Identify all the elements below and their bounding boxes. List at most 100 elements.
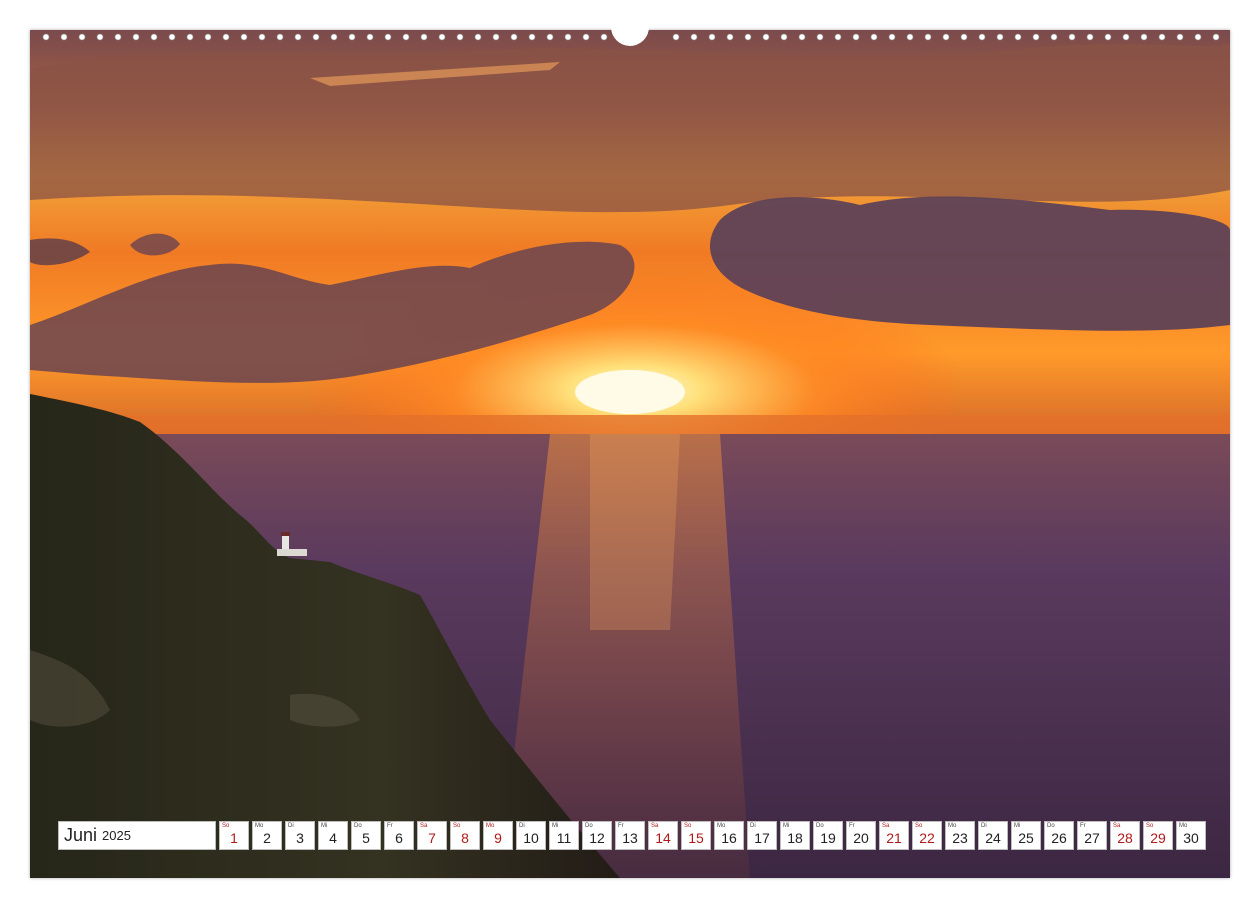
day-number: 6 bbox=[395, 830, 403, 846]
binding-hole bbox=[780, 33, 788, 41]
day-number: 12 bbox=[589, 830, 605, 846]
day-abbr: So bbox=[1146, 823, 1154, 829]
day-cell: Mi 25 bbox=[1011, 821, 1041, 850]
day-number: 30 bbox=[1183, 830, 1199, 846]
binding-hole bbox=[690, 33, 698, 41]
day-cell: Mo 30 bbox=[1176, 821, 1206, 850]
binding-hole bbox=[1158, 33, 1166, 41]
day-abbr: Sa bbox=[420, 823, 428, 829]
day-abbr: So bbox=[222, 823, 230, 829]
day-cell: Mo 16 bbox=[714, 821, 744, 850]
binding-hole bbox=[1086, 33, 1094, 41]
binding-hole bbox=[1104, 33, 1112, 41]
binding-hole bbox=[132, 33, 140, 41]
day-number: 13 bbox=[622, 830, 638, 846]
day-abbr: Fr bbox=[1080, 823, 1086, 829]
binding-hole bbox=[888, 33, 896, 41]
day-number: 27 bbox=[1084, 830, 1100, 846]
binding-hole bbox=[582, 33, 590, 41]
day-abbr: Mo bbox=[255, 823, 264, 829]
binding-hole bbox=[186, 33, 194, 41]
binding-hole bbox=[978, 33, 986, 41]
binding-hole bbox=[78, 33, 86, 41]
month-name: Juni bbox=[64, 825, 98, 845]
binding-hole bbox=[1212, 33, 1220, 41]
day-cell: Do 5 bbox=[351, 821, 381, 850]
day-abbr: So bbox=[915, 823, 923, 829]
binding-hole bbox=[204, 33, 212, 41]
binding-hole bbox=[420, 33, 428, 41]
binding-hole bbox=[1140, 33, 1148, 41]
day-number: 15 bbox=[688, 830, 704, 846]
day-number: 11 bbox=[556, 830, 572, 846]
day-abbr: Di bbox=[288, 823, 294, 829]
binding-hole bbox=[816, 33, 824, 41]
day-cell: Di 3 bbox=[285, 821, 315, 850]
binding-hole bbox=[924, 33, 932, 41]
day-cell: Fr 27 bbox=[1077, 821, 1107, 850]
binding-hole bbox=[492, 33, 500, 41]
calendar-strip: Juni 2025 So 1 Mo 2 Di 3 Mi 4 Do 5 Fr 6 Sa 7 So 8 Mo 9 Di 1… bbox=[58, 821, 1206, 850]
day-cell: Sa 21 bbox=[879, 821, 909, 850]
binding-hole bbox=[330, 33, 338, 41]
day-number: 3 bbox=[296, 830, 304, 846]
binding-hole bbox=[96, 33, 104, 41]
day-cell: So 29 bbox=[1143, 821, 1173, 850]
day-number: 28 bbox=[1117, 830, 1133, 846]
day-abbr: Do bbox=[1047, 823, 1055, 829]
day-abbr: Sa bbox=[651, 823, 659, 829]
day-cell: Fr 20 bbox=[846, 821, 876, 850]
binding-hole bbox=[348, 33, 356, 41]
day-number: 1 bbox=[230, 830, 238, 846]
binding-hole bbox=[294, 33, 302, 41]
binding-hole bbox=[258, 33, 266, 41]
day-abbr: Fr bbox=[849, 823, 855, 829]
binding-hole bbox=[1050, 33, 1058, 41]
day-number: 5 bbox=[362, 830, 370, 846]
day-number: 9 bbox=[494, 830, 502, 846]
day-abbr: Mo bbox=[1179, 823, 1188, 829]
day-number: 20 bbox=[853, 830, 869, 846]
binding-hole bbox=[312, 33, 320, 41]
binding-hole bbox=[834, 33, 842, 41]
day-cell: Fr 6 bbox=[384, 821, 414, 850]
day-number: 19 bbox=[820, 830, 836, 846]
calendar-page: Juni 2025 So 1 Mo 2 Di 3 Mi 4 Do 5 Fr 6 Sa 7 So 8 Mo 9 Di 1… bbox=[0, 0, 1260, 908]
day-number: 4 bbox=[329, 830, 337, 846]
binding-hole bbox=[366, 33, 374, 41]
day-number: 24 bbox=[985, 830, 1001, 846]
day-number: 8 bbox=[461, 830, 469, 846]
binding-hole bbox=[546, 33, 554, 41]
binding-hole bbox=[600, 33, 608, 41]
day-abbr: Fr bbox=[618, 823, 624, 829]
binding-hole bbox=[528, 33, 536, 41]
horizon-band bbox=[30, 415, 1230, 435]
day-cell: Mo 23 bbox=[945, 821, 975, 850]
binding-hole bbox=[222, 33, 230, 41]
binding-hole bbox=[150, 33, 158, 41]
day-abbr: So bbox=[684, 823, 692, 829]
day-number: 16 bbox=[721, 830, 737, 846]
day-abbr: Do bbox=[816, 823, 824, 829]
binding-hole bbox=[1122, 33, 1130, 41]
day-abbr: Di bbox=[981, 823, 987, 829]
day-number: 22 bbox=[919, 830, 935, 846]
day-cell: Di 10 bbox=[516, 821, 546, 850]
binding-hole bbox=[1032, 33, 1040, 41]
binding-hole bbox=[438, 33, 446, 41]
sunset-scene bbox=[30, 30, 1230, 878]
day-abbr: Do bbox=[354, 823, 362, 829]
binding-hole bbox=[1194, 33, 1202, 41]
day-number: 17 bbox=[754, 830, 770, 846]
day-cell: Mi 18 bbox=[780, 821, 810, 850]
day-number: 23 bbox=[952, 830, 968, 846]
day-cell: So 1 bbox=[219, 821, 249, 850]
binding-hole bbox=[906, 33, 914, 41]
day-cell: So 15 bbox=[681, 821, 711, 850]
day-cell: Di 24 bbox=[978, 821, 1008, 850]
binding-hole bbox=[870, 33, 878, 41]
day-cell: Sa 28 bbox=[1110, 821, 1140, 850]
binding-hole bbox=[798, 33, 806, 41]
day-cell: Di 17 bbox=[747, 821, 777, 850]
binding-hole bbox=[960, 33, 968, 41]
